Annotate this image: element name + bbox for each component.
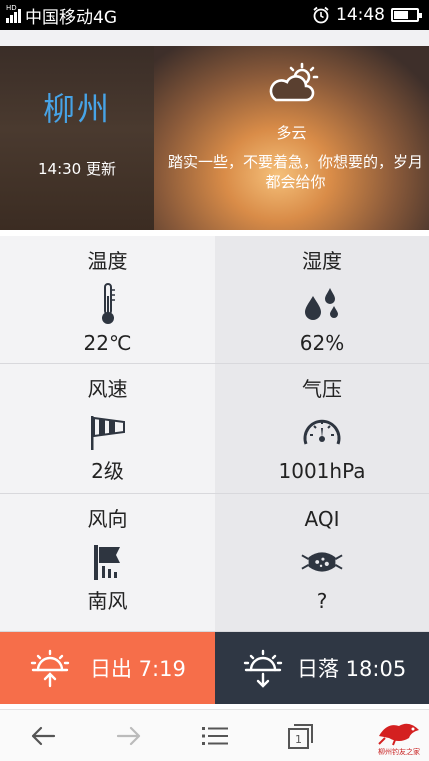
partly-cloudy-icon bbox=[269, 62, 319, 102]
status-bar: HD 中国移动4G 14:48 bbox=[0, 0, 429, 30]
city-panel[interactable]: 柳州 14:30 更新 bbox=[0, 46, 154, 230]
signal-icon: HD bbox=[6, 4, 21, 23]
metric-value: 62% bbox=[299, 331, 345, 355]
quote-text: 踏实一些，不要着急，你想要的，岁月都会给你 bbox=[167, 153, 423, 191]
metric-value: 南风 bbox=[87, 589, 128, 613]
sunset-time: 日落 18:05 bbox=[297, 657, 407, 681]
wind-flag-icon bbox=[86, 540, 130, 584]
metric-label: 气压 bbox=[302, 377, 342, 401]
metric-label: 温度 bbox=[87, 249, 128, 273]
fish-logo-icon bbox=[378, 723, 419, 745]
alarm-icon bbox=[313, 6, 329, 24]
mask-icon bbox=[300, 540, 344, 584]
network-badge: HD bbox=[6, 4, 17, 12]
metric-value: 22℃ bbox=[83, 331, 132, 355]
weather-panel: 多云 踏实一些，不要着急，你想要的，岁月都会给你 bbox=[154, 46, 429, 230]
hero-banner: 柳州 14:30 更新 多云 踏实一些，不要着急，你想要的，岁月都会给你 bbox=[0, 46, 429, 230]
sunset-bar: 日落 18:05 bbox=[215, 632, 429, 704]
metrics-grid: 温度 22℃ 湿度 62% 风速 2级 气压 1001hPa 风向 南风 AQI… bbox=[0, 236, 429, 632]
metric-pressure: 气压 1001hPa bbox=[215, 364, 429, 494]
update-time: 14:30 更新 bbox=[38, 160, 116, 178]
metric-label: AQI bbox=[304, 507, 340, 531]
status-left: HD 中国移动4G bbox=[6, 3, 117, 28]
forward-arrow-icon bbox=[116, 726, 141, 745]
metric-value: 1001hPa bbox=[278, 459, 366, 483]
status-right: 14:48 bbox=[312, 5, 422, 25]
back-arrow-icon bbox=[31, 726, 56, 745]
windsock-icon bbox=[86, 410, 130, 454]
metric-humidity: 湿度 62% bbox=[215, 236, 429, 364]
sunrise-bar: 日出 7:19 bbox=[0, 632, 215, 704]
sunrise-time: 日出 7:19 bbox=[90, 657, 186, 681]
header-strip bbox=[0, 30, 429, 46]
tabs-button[interactable]: 1 bbox=[258, 710, 344, 761]
metric-aqi: AQI ? bbox=[215, 494, 429, 632]
back-button[interactable] bbox=[0, 710, 86, 761]
sunrise-icon bbox=[30, 649, 70, 688]
site-logo[interactable]: 柳州钓友之家 bbox=[369, 712, 429, 760]
tab-count: 1 bbox=[295, 733, 302, 746]
metric-label: 风向 bbox=[87, 507, 128, 531]
clock: 14:48 bbox=[336, 5, 385, 25]
metric-value: 2级 bbox=[91, 459, 124, 483]
menu-list-icon bbox=[202, 726, 228, 745]
metric-value: ? bbox=[316, 589, 328, 613]
water-drops-icon bbox=[300, 282, 344, 326]
thermometer-icon bbox=[86, 282, 130, 326]
metric-label: 湿度 bbox=[302, 249, 342, 273]
forward-button[interactable] bbox=[86, 710, 172, 761]
tabs-icon: 1 bbox=[288, 723, 313, 749]
menu-button[interactable] bbox=[172, 710, 258, 761]
metric-wind-direction: 风向 南风 bbox=[0, 494, 215, 632]
battery-icon bbox=[391, 8, 422, 22]
metric-label: 风速 bbox=[87, 377, 128, 401]
browser-nav-bar: 1 bbox=[0, 710, 429, 761]
pressure-gauge-icon bbox=[300, 410, 344, 454]
city-name[interactable]: 柳州 bbox=[0, 84, 154, 130]
carrier-name: 中国移动4G bbox=[25, 7, 117, 28]
battery-fill bbox=[394, 11, 409, 19]
logo-text: 柳州钓友之家 bbox=[378, 747, 420, 756]
weather-description: 多云 bbox=[276, 124, 307, 142]
metric-wind-speed: 风速 2级 bbox=[0, 364, 215, 494]
sunset-icon bbox=[243, 649, 283, 688]
metric-temperature: 温度 22℃ bbox=[0, 236, 215, 364]
